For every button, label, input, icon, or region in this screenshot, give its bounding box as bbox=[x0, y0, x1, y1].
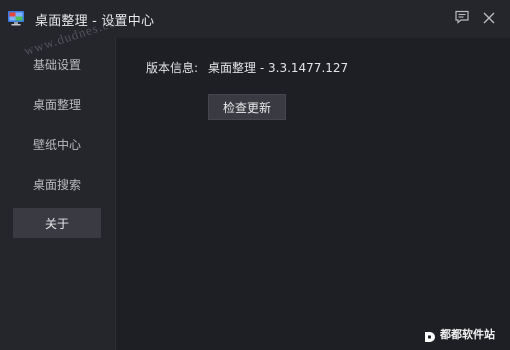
monitor-icon bbox=[7, 9, 25, 27]
brand-watermark: 都都软件站 bbox=[424, 326, 495, 342]
sidebar-item-wallpaper[interactable]: 壁纸中心 bbox=[13, 129, 101, 159]
sidebar-item-label: 关于 bbox=[44, 216, 69, 231]
close-icon bbox=[482, 10, 496, 29]
sidebar-item-label: 桌面整理 bbox=[32, 97, 81, 112]
sidebar-item-label: 壁纸中心 bbox=[32, 137, 81, 152]
sidebar-item-about[interactable]: 关于 bbox=[13, 208, 101, 238]
sidebar-item-desktop-search[interactable]: 桌面搜索 bbox=[13, 169, 101, 199]
message-icon bbox=[454, 9, 470, 29]
version-info: 版本信息: 桌面整理 - 3.3.1477.127 bbox=[146, 59, 348, 76]
brand-text: 都都软件站 bbox=[440, 328, 495, 341]
version-label: 版本信息: bbox=[146, 61, 199, 75]
sidebar-item-label: 基础设置 bbox=[32, 57, 81, 72]
feedback-button[interactable] bbox=[453, 10, 471, 28]
version-value: 桌面整理 - 3.3.1477.127 bbox=[208, 61, 349, 75]
brand-logo-icon bbox=[424, 328, 436, 342]
close-button[interactable] bbox=[480, 10, 498, 28]
about-panel: 版本信息: 桌面整理 - 3.3.1477.127 检查更新 bbox=[116, 38, 510, 350]
sidebar-item-label: 桌面搜索 bbox=[32, 177, 81, 192]
sidebar-item-desktop-organize[interactable]: 桌面整理 bbox=[13, 89, 101, 119]
check-update-button[interactable]: 检查更新 bbox=[208, 94, 286, 120]
sidebar: 基础设置 桌面整理 壁纸中心 桌面搜索 关于 bbox=[0, 38, 115, 350]
